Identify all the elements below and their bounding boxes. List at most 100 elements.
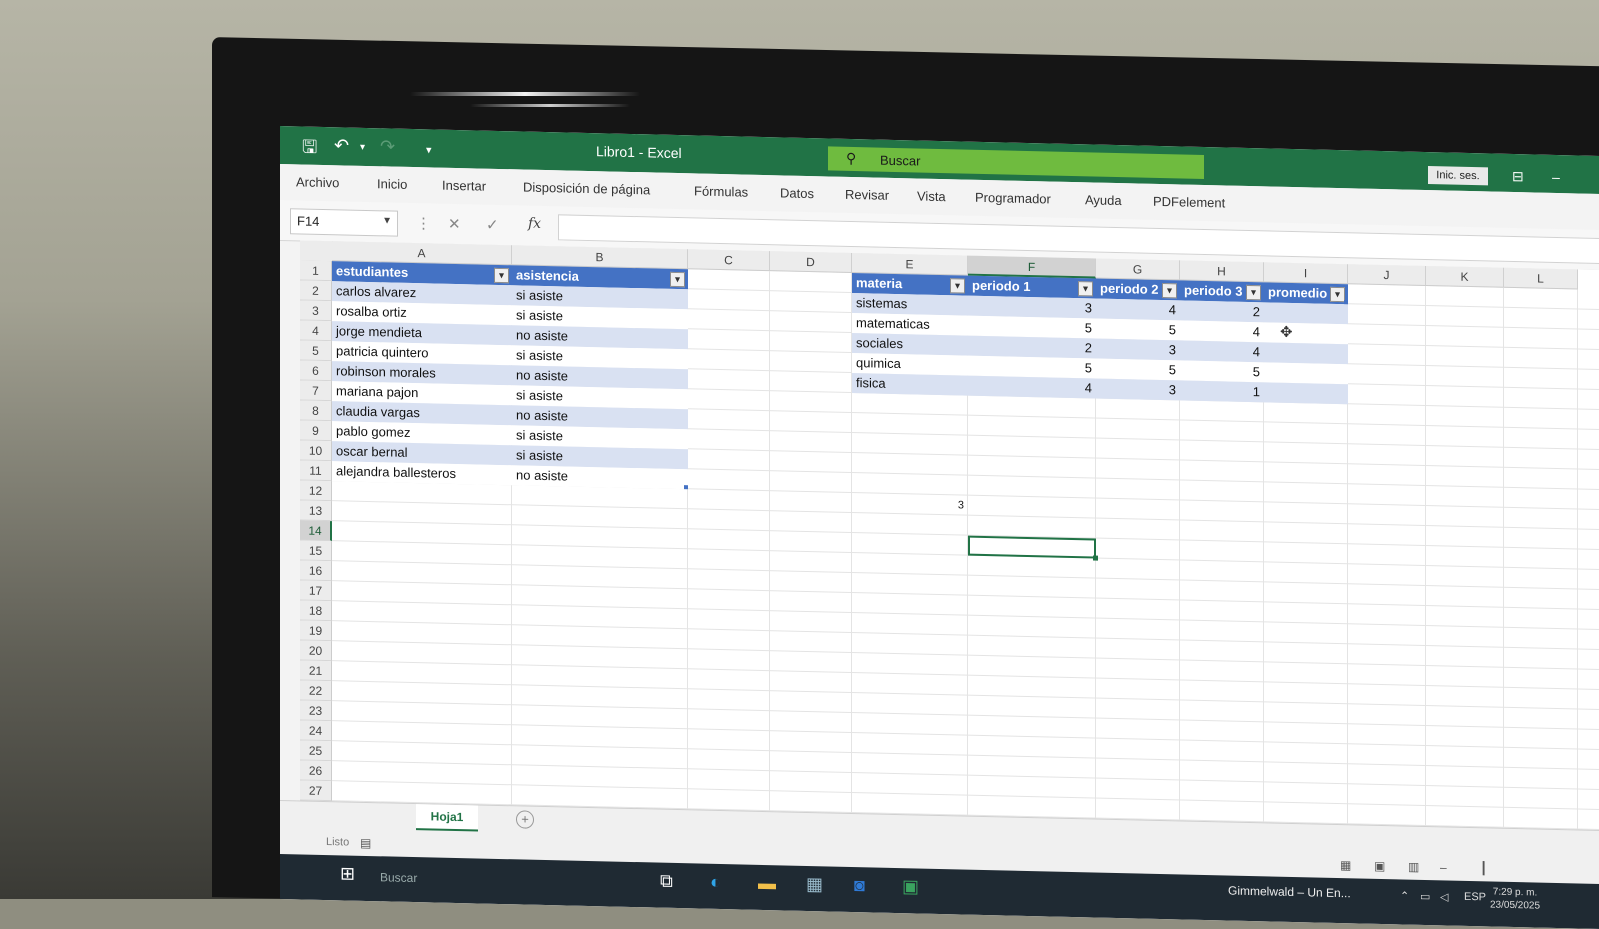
column-header-k[interactable]: K	[1426, 266, 1504, 288]
tab-insertar[interactable]: Insertar	[442, 178, 486, 194]
row-header-10[interactable]: 10	[300, 440, 332, 462]
column-header-c[interactable]: C	[688, 249, 770, 272]
filter-dropdown-icon[interactable]: ▾	[494, 267, 509, 284]
row-header-9[interactable]: 9	[300, 420, 332, 442]
undo-dropdown-icon[interactable]: ▾	[360, 142, 365, 153]
tab-ayuda[interactable]: Ayuda	[1085, 192, 1122, 208]
table2-cell[interactable]: sistemas	[852, 292, 968, 316]
tab-formulas[interactable]: Fórmulas	[694, 183, 748, 199]
zoom-slider[interactable]: ┃	[1480, 861, 1487, 875]
row-header-13[interactable]: 13	[300, 500, 332, 522]
row-header-5[interactable]: 5	[300, 340, 332, 362]
table2-cell[interactable]	[1264, 322, 1348, 345]
table2-cell[interactable]: quimica	[852, 352, 968, 376]
ribbon-display-icon[interactable]: ⊟	[1512, 168, 1524, 185]
row-header-7[interactable]: 7	[300, 380, 332, 402]
tab-inicio[interactable]: Inicio	[377, 176, 407, 192]
table2-cell[interactable]: matematicas	[852, 312, 968, 336]
table2-cell[interactable]: 4	[1180, 340, 1264, 363]
customize-toolbar-icon[interactable]: ▾	[426, 143, 432, 156]
table2-header-cell[interactable]: promedio ▾	[1264, 282, 1348, 305]
table1-resize-handle[interactable]	[684, 485, 688, 490]
table2-header-cell[interactable]: periodo 2 ▾	[1096, 278, 1180, 301]
row-header-2[interactable]: 2	[300, 280, 332, 302]
table2-header-cell[interactable]: materia ▾	[852, 272, 968, 296]
row-header-23[interactable]: 23	[300, 700, 332, 722]
table2-cell[interactable]: 3	[1096, 378, 1180, 401]
tab-disposicion[interactable]: Disposición de página	[523, 180, 650, 198]
media-title[interactable]: Gimmelwald – Un En...	[1228, 884, 1351, 901]
page-break-icon[interactable]: ▥	[1408, 860, 1419, 874]
column-header-l[interactable]: L	[1504, 267, 1578, 290]
row-header-27[interactable]: 27	[300, 780, 332, 802]
file-explorer-icon[interactable]: ▬	[758, 873, 776, 894]
row-header-16[interactable]: 16	[300, 560, 332, 582]
row-header-14[interactable]: 14	[300, 520, 332, 542]
column-header-i[interactable]: I	[1264, 262, 1348, 285]
table2-cell[interactable]: 5	[1096, 318, 1180, 341]
filter-dropdown-icon[interactable]: ▾	[1078, 281, 1093, 297]
tab-archivo[interactable]: Archivo	[296, 174, 339, 190]
name-box[interactable]: F14 ▼	[290, 208, 398, 237]
row-header-17[interactable]: 17	[300, 580, 332, 602]
tab-datos[interactable]: Datos	[780, 185, 814, 201]
filter-dropdown-icon[interactable]: ▾	[950, 278, 965, 294]
table1-cell[interactable]: alejandra ballesteros	[332, 461, 512, 486]
table2-cell[interactable]: 4	[1096, 298, 1180, 321]
column-header-g[interactable]: G	[1096, 258, 1180, 281]
row-header-24[interactable]: 24	[300, 720, 332, 742]
tab-pdfelement[interactable]: PDFelement	[1153, 194, 1225, 211]
redo-icon[interactable]: ↷	[380, 136, 395, 157]
table2-cell[interactable]: 5	[1096, 358, 1180, 381]
row-header-6[interactable]: 6	[300, 360, 332, 382]
filter-dropdown-icon[interactable]: ▾	[1162, 283, 1177, 299]
page-layout-icon[interactable]: ▣	[1374, 859, 1385, 873]
row-header-1[interactable]: 1	[300, 260, 332, 282]
taskbar-search[interactable]: Buscar	[380, 870, 417, 885]
table2-cell[interactable]	[1264, 362, 1348, 385]
active-cell-selection[interactable]	[968, 535, 1096, 559]
task-view-icon[interactable]: ⧉	[660, 871, 673, 892]
sign-in-button[interactable]: Inic. ses.	[1428, 166, 1488, 186]
volume-icon[interactable]: ◁	[1440, 890, 1448, 903]
table2-cell[interactable]: sociales	[852, 332, 968, 356]
tray-expand-icon[interactable]: ⌃	[1400, 889, 1409, 902]
undo-icon[interactable]: ↶	[334, 135, 349, 156]
row-header-11[interactable]: 11	[300, 460, 332, 482]
table2-cell[interactable]	[1264, 382, 1348, 405]
table2-cell[interactable]: 1	[1180, 380, 1264, 403]
row-header-21[interactable]: 21	[300, 660, 332, 682]
tab-revisar[interactable]: Revisar	[845, 187, 889, 203]
cell-e12[interactable]: 3	[852, 493, 968, 516]
search-box[interactable]: ⚲ Buscar	[828, 146, 1204, 179]
table2-cell[interactable]: 5	[1180, 360, 1264, 383]
column-header-h[interactable]: H	[1180, 260, 1264, 283]
table2-cell[interactable]: 4	[1180, 320, 1264, 343]
network-icon[interactable]: ▭	[1420, 890, 1430, 903]
clock[interactable]: 7:29 p. m. 23/05/2025	[1490, 885, 1540, 912]
table2-cell[interactable]: 4	[968, 375, 1096, 399]
row-header-12[interactable]: 12	[300, 480, 332, 502]
row-header-20[interactable]: 20	[300, 640, 332, 662]
save-icon[interactable]: 🖫	[302, 134, 317, 164]
select-all-button[interactable]	[300, 240, 333, 263]
row-header-25[interactable]: 25	[300, 740, 332, 762]
accessibility-icon[interactable]: ▤	[360, 836, 371, 850]
column-header-e[interactable]: E	[852, 252, 968, 276]
row-header-22[interactable]: 22	[300, 680, 332, 702]
row-header-8[interactable]: 8	[300, 400, 332, 422]
chevron-down-icon[interactable]: ▼	[382, 215, 392, 226]
filter-dropdown-icon[interactable]: ▾	[1246, 284, 1261, 301]
column-header-j[interactable]: J	[1348, 264, 1426, 287]
minimize-icon[interactable]: –	[1552, 169, 1560, 185]
row-header-15[interactable]: 15	[300, 540, 332, 562]
language-indicator[interactable]: ESP	[1464, 891, 1486, 903]
table1-cell[interactable]: no asiste	[512, 465, 688, 490]
row-header-4[interactable]: 4	[300, 320, 332, 342]
table2-cell[interactable]: 2	[1180, 300, 1264, 323]
tab-programador[interactable]: Programador	[975, 190, 1051, 207]
table2-cell[interactable]	[1264, 342, 1348, 365]
column-header-d[interactable]: D	[770, 251, 852, 273]
row-header-18[interactable]: 18	[300, 600, 332, 622]
table2-cell[interactable]	[1264, 302, 1348, 325]
